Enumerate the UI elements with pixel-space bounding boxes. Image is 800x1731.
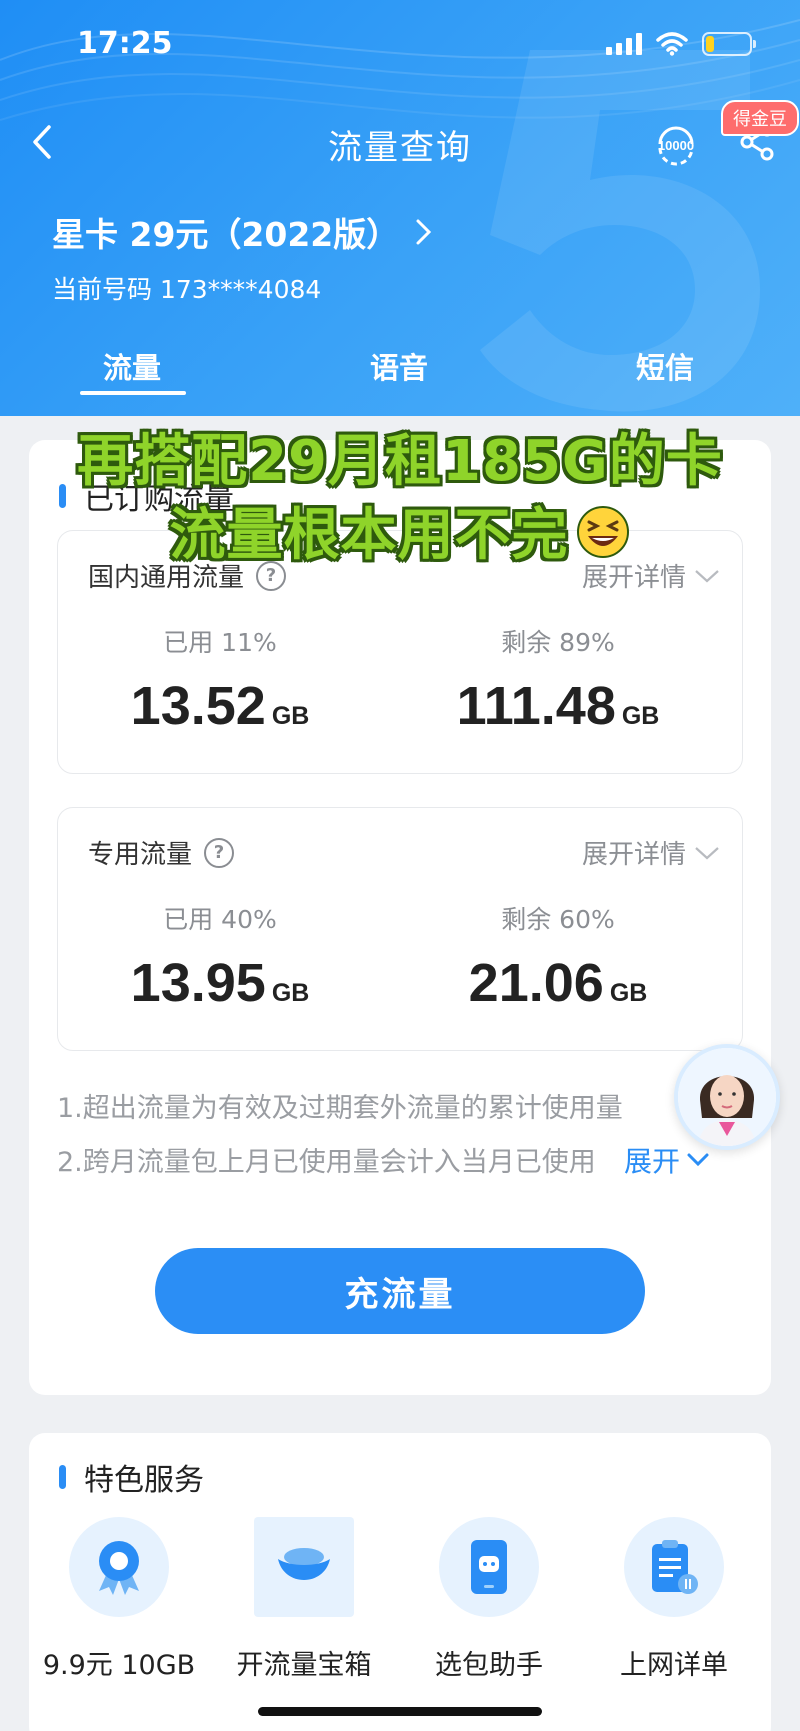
- tab-data[interactable]: 流量: [103, 345, 161, 387]
- used-label: 已用 11%: [163, 628, 277, 657]
- expand-notes-button[interactable]: 展开: [620, 1140, 711, 1180]
- active-tab-indicator: [80, 391, 186, 395]
- recharge-data-button[interactable]: 充流量: [155, 1248, 645, 1334]
- assistant-avatar[interactable]: [674, 1044, 780, 1150]
- box-title-text: 专用流量: [88, 840, 193, 870]
- svg-text:10000: 10000: [658, 138, 694, 153]
- plan-selector[interactable]: 星卡 29元（2022版）: [52, 208, 435, 256]
- used-value: 13.52 GB: [130, 676, 310, 736]
- service-item-plan-assistant[interactable]: 选包助手: [399, 1517, 579, 1682]
- headset-10000-icon: 10000: [658, 126, 694, 166]
- signal-icon: [606, 33, 642, 55]
- service-item-usage-detail[interactable]: 上网详单: [584, 1517, 764, 1682]
- dedicated-data-box: 专用流量 ? 展开详情 已用 40% 13.95 GB 剩余 60% 21.06 G…: [57, 807, 743, 1051]
- phone-robot-icon: [439, 1517, 539, 1617]
- used-value: 13.95 GB: [130, 953, 310, 1013]
- used-label: 已用 40%: [163, 905, 277, 934]
- current-phone-number: 当前号码 173****4084: [52, 275, 322, 304]
- gold-bean-badge[interactable]: 得金豆: [721, 100, 799, 136]
- chevron-down-icon: [687, 1153, 709, 1167]
- used-stat: 已用 40% 13.95 GB: [70, 900, 370, 1014]
- status-time: 17:25: [77, 26, 173, 61]
- tab-sms[interactable]: 短信: [636, 345, 694, 387]
- remaining-stat: 剩余 60% 21.06 GB: [408, 900, 708, 1014]
- battery-icon: [702, 32, 756, 56]
- overlay-caption-line-2-text: 流量根本用不完: [169, 503, 569, 568]
- nav-bar: 流量查询 10000 得金豆: [0, 100, 800, 184]
- help-icon[interactable]: ?: [204, 837, 235, 868]
- section-accent-bar: [59, 1465, 66, 1489]
- services-section-title: 特色服务: [59, 1455, 204, 1499]
- tab-bar: 流量 语音 短信: [0, 345, 800, 415]
- ribbon-award-icon: [69, 1517, 169, 1617]
- service-label: 开流量宝箱: [236, 1650, 372, 1681]
- header-banner: 17:25 流量查询 10000 得金豆 星卡 29元（2022版） 当前号码 …: [0, 0, 800, 416]
- overlay-caption-line-1: 再搭配29月租185G的卡: [77, 429, 723, 494]
- status-icons: [606, 32, 756, 56]
- remaining-value: 21.06 GB: [468, 953, 648, 1013]
- home-indicator[interactable]: [258, 1707, 542, 1716]
- expand-detail-button[interactable]: 展开详情: [582, 834, 720, 871]
- used-stat: 已用 11% 13.52 GB: [70, 623, 370, 737]
- chevron-down-icon: [695, 846, 719, 859]
- service-item-treasure-box[interactable]: 开流量宝箱: [214, 1517, 394, 1682]
- remaining-label: 剩余 89%: [501, 628, 615, 657]
- box-title: 专用流量 ?: [88, 834, 235, 871]
- services-title-text: 特色服务: [84, 1463, 204, 1498]
- service-label: 上网详单: [620, 1650, 728, 1681]
- remaining-stat: 剩余 89% 111.48 GB: [408, 623, 708, 737]
- service-label: 9.9元 10GB: [42, 1650, 196, 1681]
- note-line-1: 1.超出流量为有效及过期套外流量的累计使用量: [57, 1093, 623, 1124]
- laughing-emoji-icon: [576, 506, 629, 558]
- status-bar: 17:25: [0, 0, 800, 90]
- remaining-label: 剩余 60%: [501, 905, 615, 934]
- assistant-avatar-illustration: [678, 1048, 776, 1146]
- remaining-value: 111.48 GB: [456, 676, 660, 736]
- tab-voice[interactable]: 语音: [370, 345, 428, 387]
- treasure-bowl-icon: [254, 1517, 354, 1617]
- note-line-2: 2.跨月流量包上月已使用量会计入当月已使用: [57, 1147, 596, 1178]
- wifi-icon: [656, 32, 688, 56]
- expand-detail-label: 展开详情: [581, 840, 686, 870]
- plan-name: 星卡 29元（2022版）: [52, 215, 400, 254]
- service-label: 选包助手: [435, 1650, 543, 1681]
- chevron-right-icon: [416, 219, 432, 245]
- customer-service-10000-button[interactable]: 10000: [652, 120, 700, 168]
- clipboard-detail-icon: [624, 1517, 724, 1617]
- expand-notes-label: 展开: [624, 1145, 681, 1178]
- overlay-caption-line-2: 流量根本用不完: [0, 490, 800, 571]
- service-item-9-9-plan[interactable]: 9.9元 10GB: [29, 1517, 209, 1682]
- featured-services-card: 特色服务 9.9元 10GB 开流量宝箱 选包助手 上网详单: [29, 1433, 771, 1731]
